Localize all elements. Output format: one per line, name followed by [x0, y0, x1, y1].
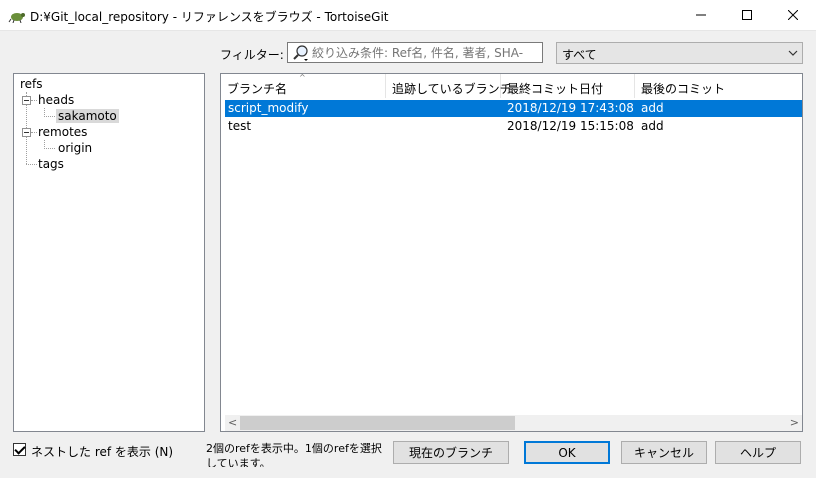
- maximize-button[interactable]: [724, 0, 770, 30]
- sort-ascending-icon: ^: [299, 73, 306, 82]
- scroll-right-icon[interactable]: >: [790, 416, 799, 429]
- column-header-label: 最終コミット日付: [507, 82, 604, 96]
- filter-scope-value: すべて: [562, 48, 597, 62]
- tree-item-heads[interactable]: heads: [38, 93, 74, 107]
- close-icon: [788, 10, 798, 20]
- horizontal-scrollbar[interactable]: < >: [225, 415, 802, 431]
- scroll-left-icon[interactable]: <: [228, 416, 237, 429]
- column-header-tracking[interactable]: 追跡しているブランチ: [386, 74, 512, 98]
- filter-label: フィルター:: [220, 48, 284, 62]
- column-header-label: 追跡しているブランチ: [392, 82, 512, 96]
- cell-branch: script_modify: [228, 101, 309, 115]
- window-title: D:¥Git_local_repository - リファレンスをブラウズ - …: [30, 10, 389, 24]
- filter-input[interactable]: [312, 43, 540, 62]
- table-row[interactable]: script_modify 2018/12/19 17:43:08 add: [225, 100, 802, 117]
- tree-line: [44, 116, 55, 117]
- ref-tree[interactable]: refs heads sakamoto remotes origin tags: [13, 73, 205, 432]
- column-header-message[interactable]: 最後のコミット: [635, 74, 802, 98]
- tree-item-tags[interactable]: tags: [38, 157, 64, 171]
- collapse-heads-icon[interactable]: [22, 96, 31, 105]
- minimize-button[interactable]: [678, 0, 724, 30]
- cell-message: add: [641, 119, 664, 133]
- ok-button[interactable]: OK: [524, 441, 610, 464]
- tree-item-sakamoto[interactable]: sakamoto: [56, 109, 119, 123]
- close-button[interactable]: [770, 0, 816, 30]
- show-nested-refs-label[interactable]: ネストした ref を表示 (N): [31, 443, 173, 460]
- help-button[interactable]: ヘルプ: [715, 441, 801, 464]
- tree-item-refs[interactable]: refs: [20, 77, 43, 91]
- cell-date: 2018/12/19 15:15:08: [507, 119, 634, 133]
- tortoisegit-icon: [8, 13, 25, 23]
- cell-message: add: [641, 101, 664, 115]
- tree-line: [44, 148, 55, 149]
- minimize-icon: [696, 14, 706, 16]
- chevron-down-icon: [788, 50, 798, 56]
- column-header-date[interactable]: 最終コミット日付: [501, 74, 635, 98]
- column-header-branch[interactable]: ^ ブランチ名: [221, 73, 386, 98]
- cell-branch: test: [228, 119, 252, 133]
- maximize-icon: [742, 10, 752, 20]
- cancel-button[interactable]: キャンセル: [621, 441, 707, 464]
- column-header-label: ブランチ名: [227, 82, 288, 96]
- table-row[interactable]: test 2018/12/19 15:15:08 add: [225, 118, 802, 135]
- filter-search-box[interactable]: [287, 42, 543, 63]
- title-bar: D:¥Git_local_repository - リファレンスをブラウズ - …: [0, 0, 816, 31]
- filter-scope-select[interactable]: すべて: [556, 42, 803, 64]
- tree-line: [31, 132, 37, 133]
- scrollbar-thumb[interactable]: [240, 416, 515, 430]
- column-header-label: 最後のコミット: [641, 82, 726, 96]
- tree-item-origin[interactable]: origin: [58, 141, 92, 155]
- branch-list[interactable]: ^ ブランチ名 追跡しているブランチ 最終コミット日付 最後のコミット scri…: [220, 73, 803, 432]
- cell-date: 2018/12/19 17:43:08: [507, 101, 634, 115]
- collapse-remotes-icon[interactable]: [22, 128, 31, 137]
- tree-line: [26, 164, 37, 165]
- search-icon[interactable]: [291, 44, 311, 62]
- show-nested-refs-checkbox[interactable]: [13, 443, 26, 456]
- tree-item-remotes[interactable]: remotes: [38, 125, 87, 139]
- status-text: 2個のrefを表示中。1個のrefを選択しています。: [206, 442, 382, 467]
- tree-line: [31, 100, 37, 101]
- current-branch-button[interactable]: 現在のブランチ: [393, 441, 509, 464]
